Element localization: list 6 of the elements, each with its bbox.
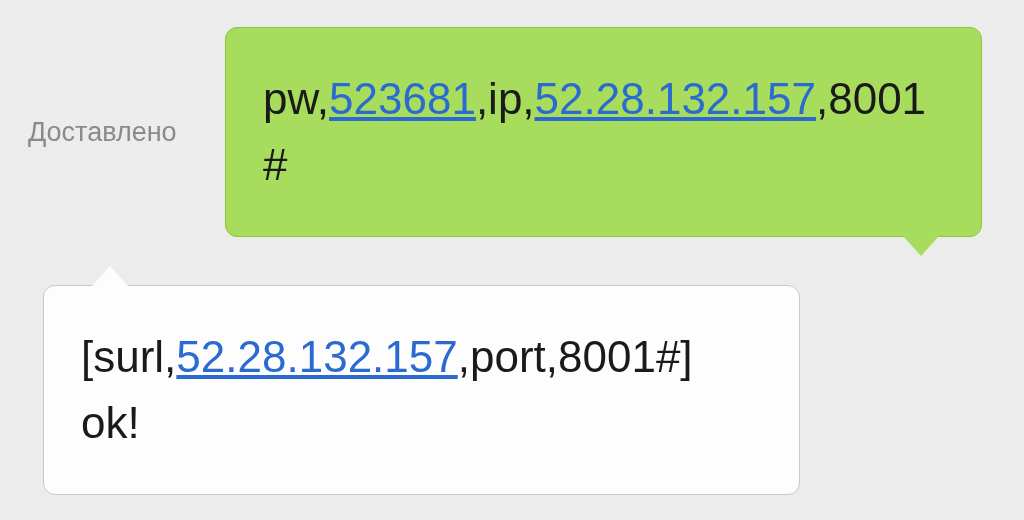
delivery-status: Доставлено — [28, 116, 177, 148]
message-link[interactable]: 52.28.132.157 — [534, 74, 816, 123]
message-text: [surl,52.28.132.157,port,8001#] ok! — [81, 331, 694, 449]
message-text: pw,523681,ip,52.28.132.157,8001 # — [263, 73, 928, 191]
message-link[interactable]: 52.28.132.157 — [176, 332, 458, 381]
message-link[interactable]: 523681 — [329, 74, 476, 123]
